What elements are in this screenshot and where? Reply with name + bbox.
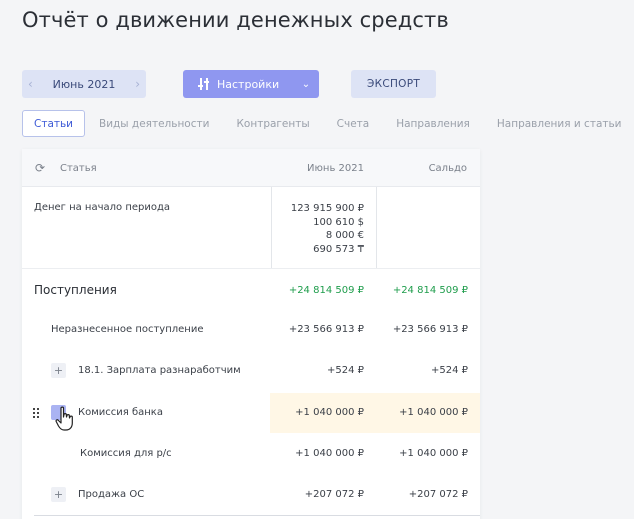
row-label: Продажа ОС	[78, 489, 145, 500]
table-header: ⟳ Статья Июнь 2021 Сальдо	[22, 149, 480, 187]
expand-icon[interactable]: +	[51, 487, 66, 502]
period-selector[interactable]: ‹ Июнь 2021 ›	[22, 70, 146, 98]
row-saldo-value: +207 072 ₽	[408, 489, 468, 500]
row-label: 18.1. Зарплата разнаработчим	[78, 365, 241, 376]
row-month-value: +524 ₽	[326, 365, 364, 376]
settings-label: Настройки	[217, 77, 280, 91]
column-header-month: Июнь 2021	[307, 163, 364, 174]
row-label: Денег на начало периода	[34, 202, 171, 213]
table-row-opening: Денег на начало периода 123 915 900 ₽ 10…	[22, 202, 480, 262]
hand-cursor-icon	[55, 406, 73, 431]
section-label: Поступления	[34, 283, 117, 297]
balance-usd: 100 610 $	[313, 216, 364, 228]
tab-directions[interactable]: Направления	[396, 118, 470, 130]
period-label: Июнь 2021	[52, 77, 116, 91]
chevron-right-icon[interactable]: ›	[135, 77, 140, 91]
tab-accounts[interactable]: Счета	[337, 118, 370, 130]
section-saldo-value: +24 814 509 ₽	[392, 285, 468, 296]
expand-icon[interactable]: +	[51, 363, 66, 378]
drag-handle-icon[interactable]	[33, 408, 40, 418]
row-label: Неразнесенное поступление	[51, 324, 204, 335]
sliders-icon	[197, 77, 211, 91]
settings-button[interactable]: Настройки ⌄	[183, 70, 319, 98]
tab-directions-and-articles[interactable]: Направления и статьи	[497, 118, 622, 130]
row-month-value: +1 040 000 ₽	[295, 448, 364, 459]
row-label: Комиссия банка	[78, 407, 163, 418]
divider	[22, 268, 480, 269]
row-month-value: +1 040 000 ₽	[295, 407, 364, 418]
row-saldo-value: +1 040 000 ₽	[399, 448, 468, 459]
column-header-saldo: Сальдо	[428, 163, 467, 174]
row-month-value: +207 072 ₽	[304, 489, 364, 500]
row-month-value: +23 566 913 ₽	[288, 324, 364, 335]
section-month-value: +24 814 509 ₽	[288, 285, 364, 296]
row-saldo-value: +23 566 913 ₽	[392, 324, 468, 335]
column-header-article: Статья	[60, 163, 97, 174]
row-label: Комиссия для р/с	[80, 448, 172, 459]
opening-balances: 123 915 900 ₽ 100 610 $ 8 000 € 690 573 …	[291, 202, 364, 256]
balance-eur: 8 000 €	[325, 230, 364, 241]
tab-articles[interactable]: Статьи	[22, 110, 86, 137]
page-title: Отчёт о движении денежных средств	[22, 8, 449, 32]
report-table: ⟳ Статья Июнь 2021 Сальдо Денег на начал…	[22, 149, 480, 519]
export-button[interactable]: ЭКСПОРТ	[351, 70, 436, 98]
chevron-left-icon[interactable]: ‹	[28, 77, 33, 91]
row-saldo-value: +1 040 000 ₽	[399, 407, 468, 418]
balance-kzt: 690 573 ₸	[313, 243, 364, 255]
tab-activity-types[interactable]: Виды деятельности	[99, 118, 209, 130]
tab-counterparties[interactable]: Контрагенты	[236, 118, 309, 130]
chevron-down-icon[interactable]: ⌄	[293, 79, 319, 90]
refresh-icon[interactable]: ⟳	[35, 162, 47, 174]
tab-bar: Статьи Виды деятельности Контрагенты Сче…	[22, 110, 622, 137]
divider	[34, 515, 480, 516]
balance-rub: 123 915 900 ₽	[290, 203, 364, 214]
row-saldo-value: +524 ₽	[430, 365, 468, 376]
